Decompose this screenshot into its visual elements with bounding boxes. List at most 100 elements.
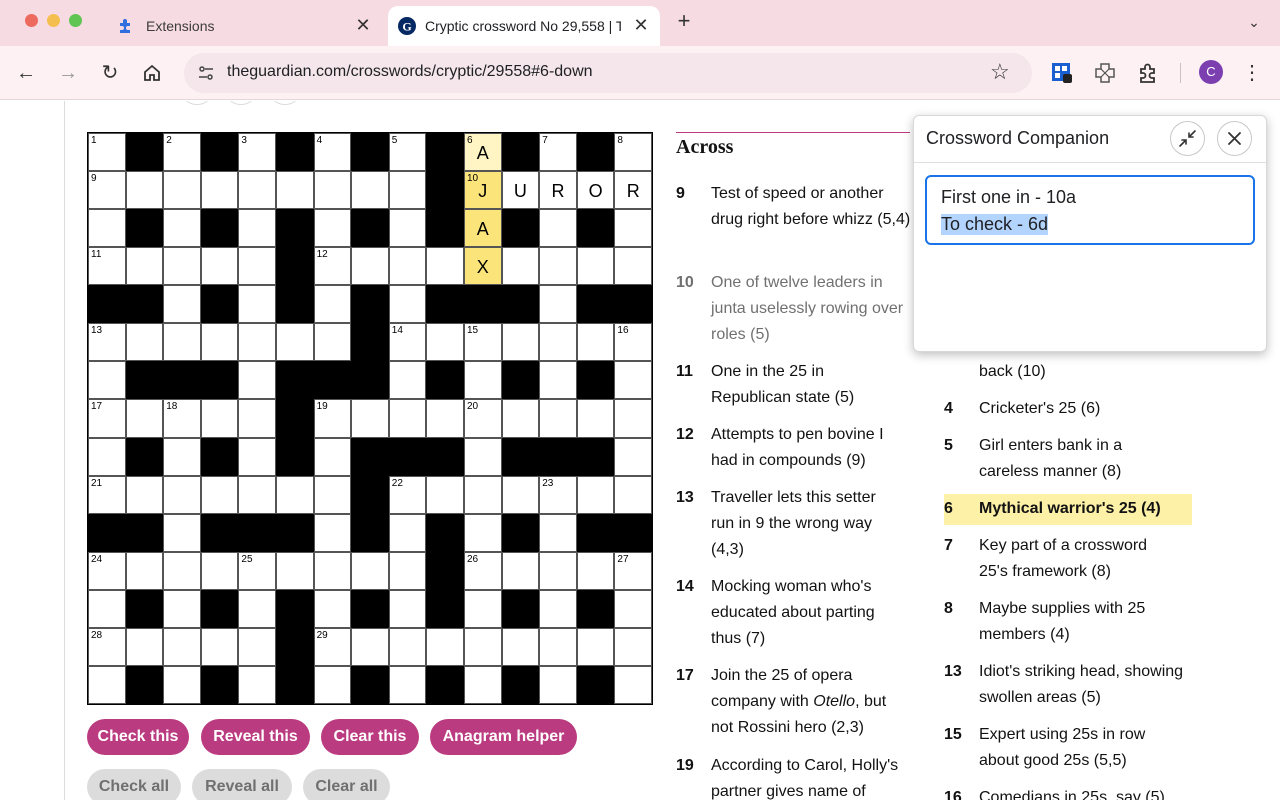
tab-close-icon[interactable]: ✕ — [352, 14, 374, 36]
grid-cell[interactable] — [163, 323, 201, 362]
share-button-partial[interactable] — [272, 101, 298, 105]
grid-cell[interactable]: U — [501, 171, 540, 210]
grid-cell[interactable]: 10 J — [464, 171, 502, 210]
clue-across-19[interactable]: 19 According to Carol, Holly's partner g… — [676, 753, 916, 800]
grid-cell[interactable] — [576, 247, 615, 286]
grid-cell[interactable] — [614, 361, 652, 400]
grid-cell[interactable] — [614, 589, 652, 628]
clue-across-17[interactable]: 17 Join the 25 of opera company with Ote… — [676, 663, 916, 743]
grid-cell[interactable]: 24 — [88, 551, 126, 590]
grid-cell[interactable] — [200, 475, 239, 514]
grid-cell[interactable] — [464, 589, 502, 628]
clue-across-13[interactable]: 13 Traveller lets this setter run in 9 t… — [676, 485, 916, 565]
grid-cell[interactable] — [539, 627, 577, 666]
clear-this-button[interactable]: Clear this — [321, 719, 419, 755]
grid-cell[interactable] — [388, 361, 427, 400]
grid-cell[interactable] — [125, 475, 164, 514]
grid-cell[interactable] — [388, 399, 427, 438]
grid-cell[interactable] — [238, 247, 276, 286]
grid-cell[interactable] — [426, 399, 464, 438]
grid-cell[interactable] — [276, 171, 314, 210]
grid-cell[interactable] — [388, 627, 427, 666]
grid-cell[interactable] — [388, 171, 427, 210]
grid-cell[interactable]: 19 — [313, 399, 352, 438]
notes-textarea[interactable]: First one in - 10a To check - 6d — [925, 175, 1255, 245]
clue-down-4[interactable]: 4 Cricketer's 25 (6) — [944, 396, 1192, 422]
grid-cell[interactable] — [614, 475, 652, 514]
grid-cell[interactable]: 9 — [88, 171, 126, 210]
grid-cell[interactable] — [200, 399, 239, 438]
grid-cell[interactable]: R — [539, 171, 577, 210]
grid-cell[interactable]: 29 — [313, 627, 352, 666]
home-icon[interactable] — [138, 59, 166, 87]
grid-cell[interactable]: 15 — [464, 323, 502, 362]
grid-cell[interactable] — [576, 323, 615, 362]
grid-cell[interactable] — [351, 399, 389, 438]
grid-cell[interactable] — [163, 437, 201, 476]
grid-cell[interactable] — [539, 323, 577, 362]
grid-cell[interactable]: 7 — [539, 133, 577, 172]
grid-cell[interactable] — [163, 665, 201, 704]
share-button-partial[interactable] — [184, 101, 210, 105]
clue-down-8[interactable]: 8 Maybe supplies with 25 members (4) — [944, 596, 1192, 650]
grid-cell[interactable] — [388, 665, 427, 704]
grid-cell[interactable] — [200, 247, 239, 286]
grid-cell[interactable] — [238, 209, 276, 248]
grid-cell[interactable] — [313, 589, 352, 628]
grid-cell[interactable] — [426, 247, 464, 286]
tab-crossword[interactable]: G Cryptic crossword No 29,558 | The Guar… — [388, 6, 660, 46]
grid-cell[interactable] — [388, 589, 427, 628]
clue-across-12[interactable]: 12 Attempts to pen bovine I had in compo… — [676, 422, 916, 476]
grid-cell[interactable]: 16 — [614, 323, 652, 362]
browser-menu-icon[interactable]: ⋮ — [1242, 59, 1262, 87]
grid-cell[interactable] — [614, 437, 652, 476]
clue-down-16[interactable]: 16 Comedians in 25s, say (5) — [944, 785, 1192, 800]
grid-cell[interactable] — [426, 475, 464, 514]
forward-arrow-icon[interactable]: → — [54, 59, 82, 87]
grid-cell[interactable] — [351, 627, 389, 666]
grid-cell[interactable]: 27 — [614, 551, 652, 590]
grid-cell[interactable] — [200, 171, 239, 210]
clue-across-14[interactable]: 14 Mocking woman who's educated about pa… — [676, 574, 916, 654]
grid-cell[interactable]: 1 — [88, 133, 126, 172]
grid-cell[interactable] — [276, 323, 314, 362]
clue-down-5[interactable]: 5 Girl enters bank in a careless manner … — [944, 433, 1192, 487]
grid-cell[interactable] — [501, 475, 540, 514]
grid-cell[interactable] — [464, 437, 502, 476]
grid-cell[interactable] — [501, 323, 540, 362]
grid-cell[interactable] — [576, 475, 615, 514]
crossword-companion-extension-icon[interactable] — [1049, 60, 1075, 86]
grid-cell[interactable] — [238, 437, 276, 476]
window-minimize-button[interactable] — [47, 14, 60, 27]
clue-down-7[interactable]: 7 Key part of a crossword 25's framework… — [944, 533, 1192, 587]
check-this-button[interactable]: Check this — [87, 719, 189, 755]
grid-cell[interactable] — [163, 247, 201, 286]
grid-cell[interactable] — [388, 209, 427, 248]
grid-cell[interactable] — [163, 627, 201, 666]
grid-cell[interactable]: 13 — [88, 323, 126, 362]
grid-cell[interactable] — [238, 627, 276, 666]
grid-cell[interactable]: 12 — [313, 247, 352, 286]
grid-cell[interactable] — [238, 399, 276, 438]
grid-cell[interactable]: 20 — [464, 399, 502, 438]
grid-cell[interactable] — [388, 247, 427, 286]
grid-cell[interactable]: 8 — [614, 133, 652, 172]
grid-cell[interactable] — [238, 171, 276, 210]
grid-cell[interactable] — [614, 627, 652, 666]
grid-cell[interactable]: 6A — [464, 133, 502, 172]
grid-cell[interactable] — [313, 665, 352, 704]
grid-cell[interactable] — [539, 209, 577, 248]
grid-cell[interactable] — [539, 285, 577, 324]
grid-cell[interactable] — [163, 513, 201, 552]
grid-cell[interactable] — [125, 627, 164, 666]
grid-cell[interactable]: 17 — [88, 399, 126, 438]
grid-cell[interactable] — [539, 513, 577, 552]
grid-cell[interactable] — [200, 627, 239, 666]
grid-cell[interactable] — [351, 171, 389, 210]
grid-cell[interactable] — [238, 361, 276, 400]
grid-cell[interactable] — [464, 513, 502, 552]
grid-cell[interactable] — [388, 513, 427, 552]
grid-cell[interactable] — [464, 627, 502, 666]
reveal-all-button[interactable]: Reveal all — [192, 769, 292, 800]
grid-cell[interactable] — [313, 285, 352, 324]
